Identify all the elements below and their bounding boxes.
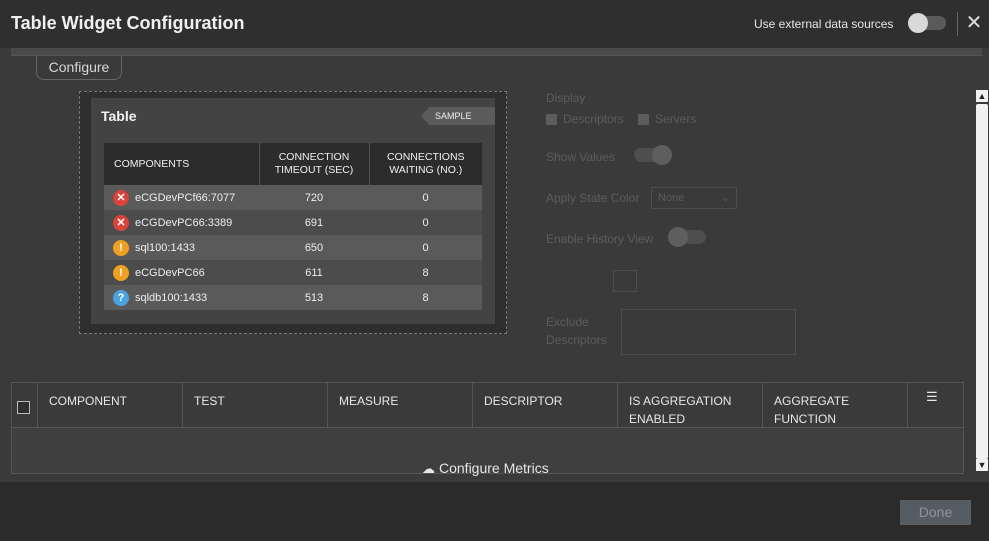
state-color-select[interactable]: None ⌄ (651, 187, 737, 209)
column-label: AGGREGATE (774, 394, 850, 408)
component-cell: ? sqldb100:1433 (104, 285, 259, 310)
component-cell: ✕ eCGDevPC66:3389 (104, 210, 259, 235)
display-settings: Display Descriptors Servers Show Values … (546, 90, 806, 360)
timeout-cell: 611 (259, 260, 369, 285)
select-all-cell (12, 383, 38, 428)
timeout-cell: 720 (259, 185, 369, 210)
apply-state-color-label: Apply State Color (546, 191, 640, 205)
content-scrollbar[interactable]: ▲ ▼ (974, 90, 989, 473)
exclude-label: Exclude (546, 315, 589, 329)
scroll-down-icon[interactable]: ▼ (976, 459, 988, 471)
show-values-toggle[interactable] (634, 145, 672, 165)
waiting-cell: 0 (369, 210, 482, 235)
widget-config-dialog: Table Widget Configuration Use external … (0, 0, 989, 541)
x-icon: ✕ (113, 214, 129, 231)
descriptors-checkbox[interactable]: Descriptors (546, 112, 624, 126)
column-measure[interactable]: MEASURE (328, 383, 473, 428)
preview-panel: Table SAMPLE DATA COMPONENTS CONNECTION … (91, 98, 495, 324)
preview-row: ✕ eCGDevPCf66:7077 720 0 (104, 185, 482, 210)
component-name: eCGDevPCf66:7077 (135, 191, 236, 204)
waiting-cell: 8 (369, 285, 482, 310)
configure-metrics-button[interactable]: ☁ Configure Metrics (422, 460, 549, 477)
dialog-title: Table Widget Configuration (11, 13, 245, 33)
component-name: sql100:1433 (135, 241, 195, 254)
checkbox-icon (546, 114, 557, 126)
done-button[interactable]: Done (900, 500, 971, 525)
state-color-value: None (658, 192, 685, 204)
component-cell: ✕ eCGDevPCf66:7077 (104, 185, 259, 210)
chevron-down-icon: ⌄ (720, 192, 730, 204)
servers-label: Servers (655, 112, 697, 126)
preview-row: ! sql100:1433 650 0 (104, 235, 482, 260)
preview-column-header: CONNECTIONS WAITING (NO.) (369, 143, 482, 185)
enable-history-label: Enable History View (546, 232, 654, 246)
waiting-cell: 8 (369, 260, 482, 285)
select-all-checkbox[interactable] (17, 401, 30, 414)
preview-row: ? sqldb100:1433 513 8 (104, 285, 482, 310)
exclude-descriptors-input[interactable] (621, 309, 796, 355)
column-aggregate-function[interactable]: AGGREGATE FUNCTION (763, 383, 908, 428)
scroll-thumb[interactable] (976, 104, 988, 459)
exclamation-icon: ! (113, 264, 129, 281)
cloud-gear-icon: ☁ (422, 461, 435, 476)
show-values-label: Show Values (546, 150, 616, 164)
bar-chart-icon[interactable] (643, 270, 667, 292)
descriptors-label: Descriptors (563, 112, 624, 126)
component-cell: ! sql100:1433 (104, 235, 259, 260)
configure-metrics-label: Configure Metrics (439, 460, 549, 476)
timeout-cell: 691 (259, 210, 369, 235)
preview-title: Table (101, 108, 137, 124)
timeout-cell: 650 (259, 235, 369, 260)
column-component[interactable]: COMPONENT (38, 383, 183, 428)
header-divider (957, 12, 958, 36)
component-name: eCGDevPC66:3389 (135, 216, 233, 229)
preview-row: ! eCGDevPC66 611 8 (104, 260, 482, 285)
column-test[interactable]: TEST (183, 383, 328, 428)
x-icon: ✕ (113, 189, 129, 206)
metrics-table: COMPONENT TEST MEASURE DESCRIPTOR IS AGG… (11, 382, 964, 477)
timeout-cell: 513 (259, 285, 369, 310)
preview-row: ✕ eCGDevPC66:3389 691 0 (104, 210, 482, 235)
scroll-up-icon[interactable]: ▲ (976, 90, 988, 102)
preview-column-header: COMPONENTS (104, 143, 260, 185)
dialog-header: Table Widget Configuration Use external … (0, 0, 989, 48)
preview-column-header: CONNECTION TIMEOUT (SEC) (259, 143, 370, 185)
display-label: Display (546, 91, 586, 105)
metrics-table-header: COMPONENT TEST MEASURE DESCRIPTOR IS AGG… (12, 383, 963, 428)
component-cell: ! eCGDevPC66 (104, 260, 259, 285)
exclamation-icon: ! (113, 239, 129, 256)
component-name: eCGDevPC66 (135, 266, 205, 279)
external-data-label: Use external data sources (754, 17, 894, 31)
sample-data-badge: SAMPLE DATA (421, 107, 495, 125)
toggle-knob (668, 227, 688, 247)
delete-rows-icon[interactable]: ☰ (908, 383, 963, 428)
tab-configure[interactable]: Configure (36, 56, 122, 80)
waiting-cell: 0 (369, 235, 482, 260)
waiting-cell: 0 (369, 185, 482, 210)
exclude-descriptors-label: Descriptors (546, 333, 607, 347)
column-label: ENABLED (629, 412, 686, 426)
close-icon[interactable]: ✕ (964, 12, 984, 34)
external-data-toggle[interactable] (908, 13, 946, 33)
toggle-knob (908, 13, 928, 33)
checkbox-icon (638, 114, 649, 126)
column-label: FUNCTION (774, 412, 836, 426)
servers-checkbox[interactable]: Servers (638, 112, 696, 126)
history-view-toggle[interactable] (668, 227, 706, 247)
widget-preview: Table SAMPLE DATA COMPONENTS CONNECTION … (79, 91, 507, 334)
component-name: sqldb100:1433 (135, 291, 208, 304)
column-descriptor[interactable]: DESCRIPTOR (473, 383, 618, 428)
question-icon: ? (113, 289, 129, 306)
column-label: IS AGGREGATION (629, 394, 732, 408)
tab-strip (11, 48, 982, 56)
dialog-footer: Done (0, 482, 989, 541)
column-is-aggregation-enabled[interactable]: IS AGGREGATION ENABLED (618, 383, 763, 428)
toggle-knob (652, 145, 672, 165)
line-chart-icon[interactable] (613, 270, 637, 292)
area-chart-icon[interactable] (673, 270, 697, 292)
preview-table: COMPONENTS CONNECTION TIMEOUT (SEC) CONN… (104, 143, 482, 310)
